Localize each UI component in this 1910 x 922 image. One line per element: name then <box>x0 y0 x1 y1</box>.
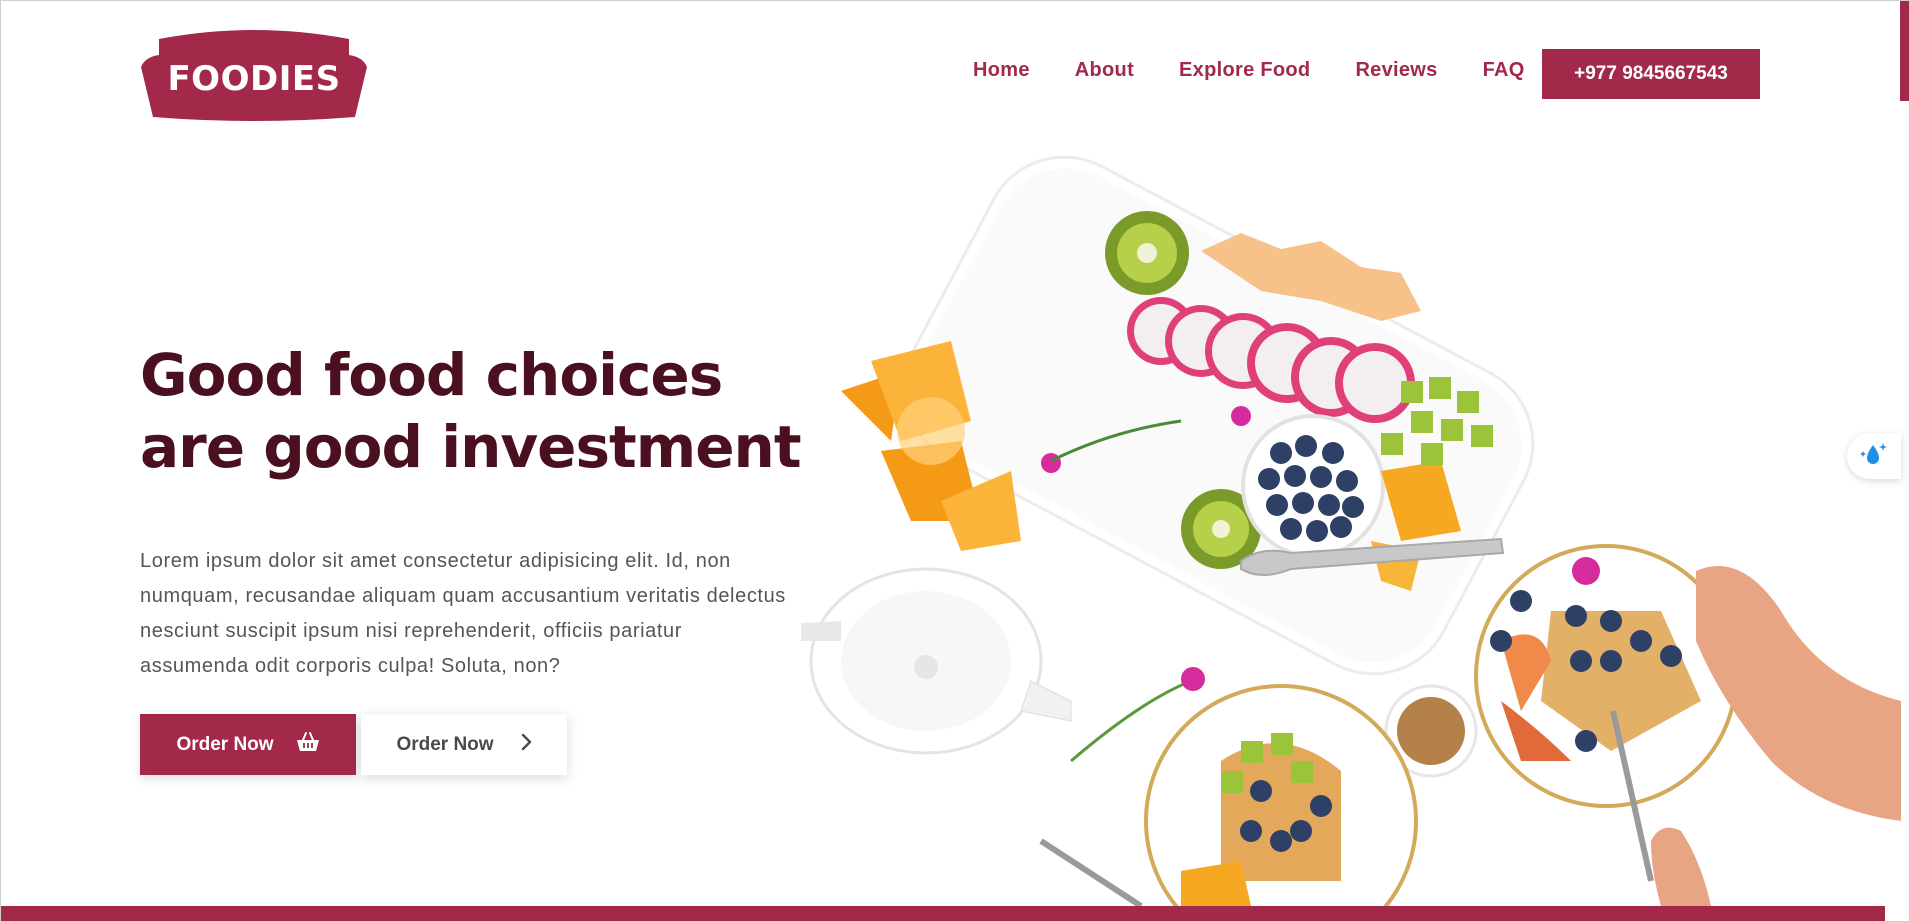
order-now-button[interactable]: Order Now <box>140 714 356 775</box>
edge-accent-bar <box>1900 1 1909 101</box>
basket-icon <box>296 731 320 759</box>
water-drop-sparkle-icon <box>1859 439 1889 474</box>
bottom-accent-bar <box>1 906 1885 921</box>
landing-page: FOODIES Home About Explore Food Reviews … <box>0 0 1910 922</box>
phone-button[interactable]: +977 9845667543 <box>1542 49 1760 99</box>
logo-text: FOODIES <box>167 59 341 99</box>
nav-item-reviews[interactable]: Reviews <box>1355 59 1437 82</box>
nav-item-about[interactable]: About <box>1075 59 1134 82</box>
hero-description: Lorem ipsum dolor sit amet consectetur a… <box>140 550 786 677</box>
nav-item-explore-food[interactable]: Explore Food <box>1179 59 1310 82</box>
logo[interactable]: FOODIES <box>141 27 367 121</box>
side-widget[interactable] <box>1847 433 1901 479</box>
nav-item-faq[interactable]: FAQ <box>1483 59 1525 82</box>
hero-food-image <box>801 155 1901 906</box>
main-nav: Home About Explore Food Reviews FAQ <box>973 59 1525 82</box>
teapot <box>801 567 1072 755</box>
order-now-secondary-button[interactable]: Order Now <box>361 714 567 775</box>
chevron-right-icon <box>520 733 532 757</box>
nav-item-home[interactable]: Home <box>973 59 1030 82</box>
order-now-label: Order Now <box>176 733 274 755</box>
order-now-secondary-label: Order Now <box>396 733 494 755</box>
hero-title: Good food choices are good investment <box>140 341 802 481</box>
